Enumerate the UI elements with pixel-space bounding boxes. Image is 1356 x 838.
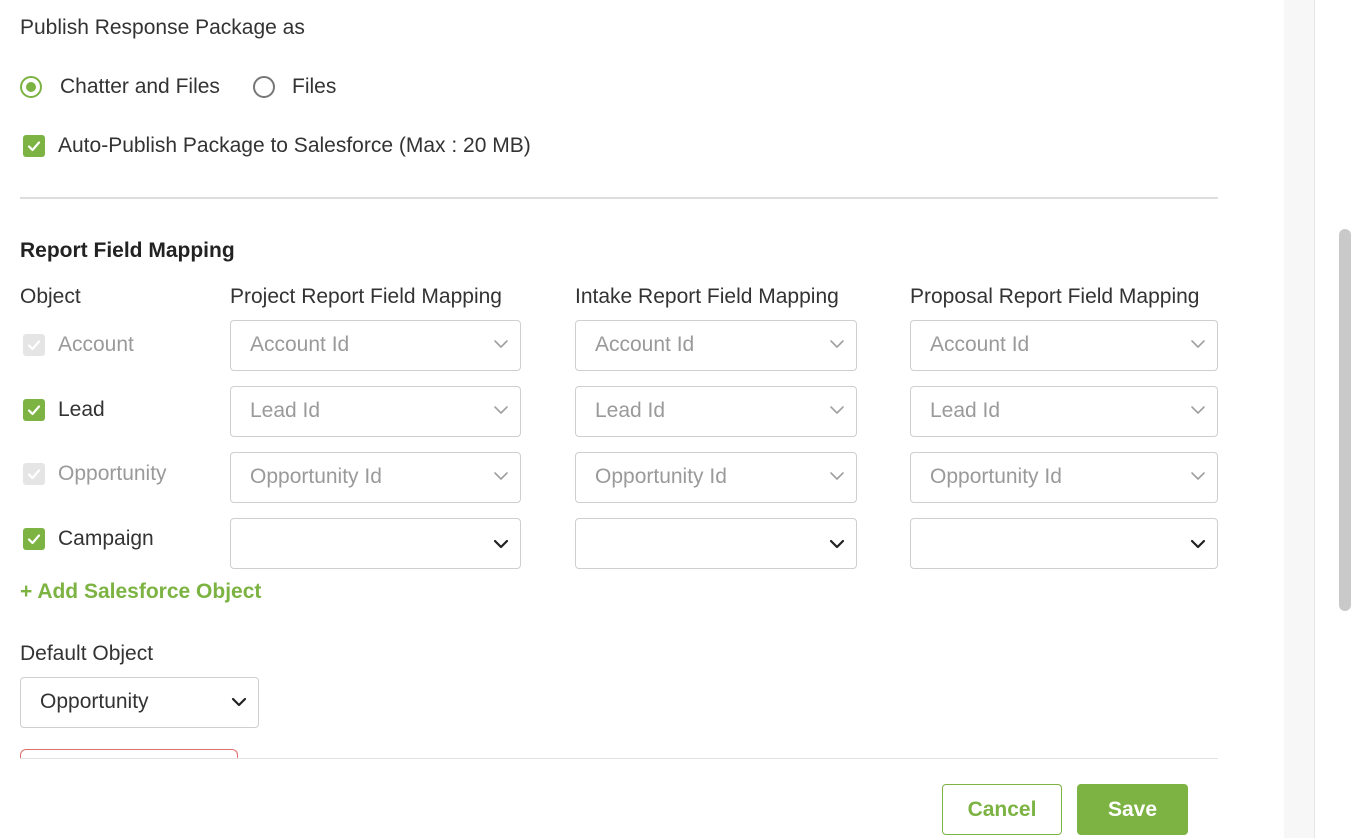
select-value: Opportunity Id <box>595 465 727 488</box>
chevron-down-icon <box>231 697 247 707</box>
object-checkbox-opportunity <box>23 463 45 485</box>
chevron-down-icon <box>830 472 844 480</box>
publish-heading: Publish Response Package as <box>20 16 305 39</box>
radio-label-chatter-and-files[interactable]: Chatter and Files <box>60 75 220 99</box>
check-icon <box>27 405 41 416</box>
chevron-down-icon <box>1191 406 1205 414</box>
object-label-lead[interactable]: Lead <box>58 398 105 422</box>
select-value: Lead Id <box>930 399 1001 422</box>
scrollbar-thumb[interactable] <box>1339 229 1351 611</box>
section-divider <box>20 197 1218 199</box>
chevron-down-icon <box>493 539 509 549</box>
proposal-mapping-select-account: Account Id <box>910 320 1218 371</box>
project-mapping-select-campaign[interactable] <box>230 518 521 569</box>
radio-files[interactable] <box>253 76 275 98</box>
select-value: Opportunity Id <box>250 465 382 488</box>
check-icon <box>27 141 41 152</box>
object-label-opportunity: Opportunity <box>58 462 167 485</box>
chevron-down-icon <box>494 472 508 480</box>
auto-publish-label[interactable]: Auto-Publish Package to Salesforce (Max … <box>58 134 531 158</box>
footer-divider <box>20 758 1218 759</box>
object-checkbox-account <box>23 334 45 356</box>
select-value: Account Id <box>250 333 350 356</box>
project-mapping-select-lead: Lead Id <box>230 386 521 437</box>
default-object-label: Default Object <box>20 642 154 665</box>
select-value: Account Id <box>930 333 1030 356</box>
select-value: Opportunity <box>40 690 149 713</box>
chevron-down-icon <box>494 406 508 414</box>
check-icon <box>27 534 41 545</box>
save-button[interactable]: Save <box>1077 784 1188 835</box>
chevron-down-icon <box>1191 340 1205 348</box>
object-label-campaign[interactable]: Campaign <box>58 527 154 551</box>
chevron-down-icon <box>1190 539 1206 549</box>
intake-mapping-select-campaign[interactable] <box>575 518 857 569</box>
select-value: Opportunity Id <box>930 465 1062 488</box>
check-icon <box>27 469 41 480</box>
chevron-down-icon <box>829 539 845 549</box>
proposal-mapping-select-campaign[interactable] <box>910 518 1218 569</box>
default-object-select[interactable]: Opportunity <box>20 677 259 728</box>
add-salesforce-object-link[interactable]: + Add Salesforce Object <box>20 580 261 604</box>
proposal-mapping-select-opportunity: Opportunity Id <box>910 452 1218 503</box>
radio-label-files[interactable]: Files <box>292 75 336 99</box>
object-checkbox-lead[interactable] <box>23 399 45 421</box>
column-header-intake: Intake Report Field Mapping <box>575 285 839 308</box>
footer-bar: Cancel Save <box>0 758 1284 838</box>
column-header-proposal: Proposal Report Field Mapping <box>910 285 1200 308</box>
auto-publish-checkbox[interactable] <box>23 135 45 157</box>
chevron-down-icon <box>830 340 844 348</box>
chevron-down-icon <box>1191 472 1205 480</box>
column-header-project: Project Report Field Mapping <box>230 285 502 308</box>
chevron-down-icon <box>494 340 508 348</box>
object-label-account: Account <box>58 333 134 356</box>
select-value: Lead Id <box>250 399 321 422</box>
intake-mapping-select-lead: Lead Id <box>575 386 857 437</box>
report-field-mapping-title: Report Field Mapping <box>20 239 235 262</box>
check-icon <box>27 340 41 351</box>
cancel-button[interactable]: Cancel <box>942 784 1062 835</box>
proposal-mapping-select-lead: Lead Id <box>910 386 1218 437</box>
project-mapping-select-opportunity: Opportunity Id <box>230 452 521 503</box>
select-value: Lead Id <box>595 399 666 422</box>
object-checkbox-campaign[interactable] <box>23 528 45 550</box>
chevron-down-icon <box>830 406 844 414</box>
intake-mapping-select-account: Account Id <box>575 320 857 371</box>
right-gutter <box>1284 0 1314 838</box>
project-mapping-select-account: Account Id <box>230 320 521 371</box>
select-value: Account Id <box>595 333 695 356</box>
radio-chatter-and-files[interactable] <box>20 76 42 98</box>
column-header-object: Object <box>20 285 81 308</box>
intake-mapping-select-opportunity: Opportunity Id <box>575 452 857 503</box>
